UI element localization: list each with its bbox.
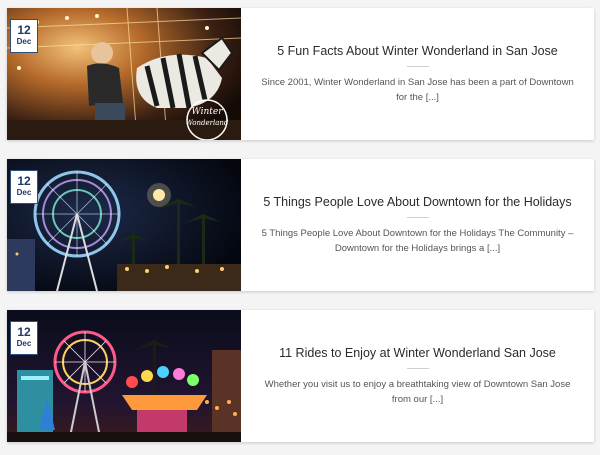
date-badge: 12 Dec (10, 170, 38, 204)
post-title-link[interactable]: 5 Things People Love About Downtown for … (263, 194, 571, 210)
read-more-link[interactable]: [...] (430, 394, 443, 405)
post-body: 11 Rides to Enjoy at Winter Wonderland S… (241, 310, 594, 442)
date-badge: 12 Dec (10, 19, 38, 53)
post-excerpt: Whether you visit us to enjoy a breathta… (255, 377, 580, 407)
carnival-rides-photo-icon (7, 310, 241, 442)
svg-text:Wonderland: Wonderland (186, 119, 229, 127)
date-day: 12 (17, 174, 31, 188)
title-divider (406, 66, 429, 67)
post-body: 5 Things People Love About Downtown for … (241, 159, 594, 291)
post-body: 5 Fun Facts About Winter Wonderland in S… (241, 8, 594, 140)
date-badge: 12 Dec (10, 321, 38, 355)
post-card[interactable]: 12 Dec 5 Things People Love About Downto… (7, 159, 594, 291)
blog-post-feed: Winter Wonderland 12 Dec 5 Fun Facts Abo… (0, 0, 600, 455)
post-title-link[interactable]: 5 Fun Facts About Winter Wonderland in S… (277, 43, 557, 59)
post-thumbnail[interactable]: 12 Dec (7, 159, 241, 291)
post-card[interactable]: 12 Dec 11 Rides to Enjoy at Winter Wonde… (7, 310, 594, 442)
post-excerpt-text: Since 2001, Winter Wonderland in San Jos… (261, 77, 574, 103)
date-day: 12 (17, 23, 31, 37)
post-excerpt: 5 Things People Love About Downtown for … (255, 226, 580, 256)
read-more-link[interactable]: [...] (426, 92, 439, 103)
title-divider (406, 368, 429, 369)
title-divider (406, 217, 429, 218)
date-month: Dec (16, 339, 32, 348)
post-title-link[interactable]: 11 Rides to Enjoy at Winter Wonderland S… (279, 345, 556, 361)
post-excerpt-text: Whether you visit us to enjoy a breathta… (264, 379, 571, 405)
post-excerpt-text: 5 Things People Love About Downtown for … (261, 228, 574, 254)
date-month: Dec (16, 188, 32, 197)
svg-text:Winter: Winter (191, 107, 223, 117)
date-day: 12 (17, 325, 31, 339)
date-month: Dec (16, 37, 32, 46)
post-thumbnail[interactable]: Winter Wonderland 12 Dec (7, 8, 241, 140)
ferris-wheel-photo-icon (7, 159, 241, 291)
carousel-photo-icon: Winter Wonderland (7, 8, 241, 140)
post-card[interactable]: Winter Wonderland 12 Dec 5 Fun Facts Abo… (7, 8, 594, 140)
read-more-link[interactable]: [...] (487, 243, 500, 254)
post-excerpt: Since 2001, Winter Wonderland in San Jos… (255, 75, 580, 105)
post-thumbnail[interactable]: 12 Dec (7, 310, 241, 442)
